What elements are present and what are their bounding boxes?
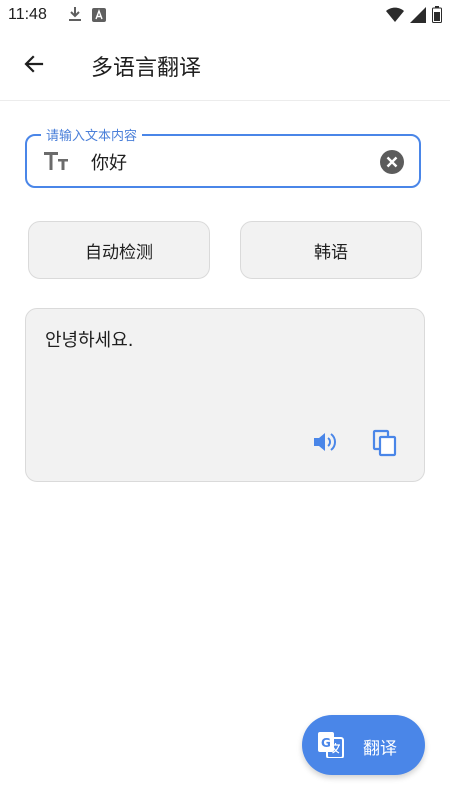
text-size-icon (43, 150, 69, 174)
back-button[interactable] (18, 50, 50, 82)
text-input-container[interactable]: 请输入文本内容 (25, 125, 421, 188)
svg-text:G: G (321, 736, 331, 750)
text-input-label: 请输入文本内容 (41, 125, 143, 144)
wifi-icon (386, 7, 404, 27)
volume-icon (312, 433, 338, 459)
status-icons-left (68, 6, 106, 26)
clear-icon (379, 150, 405, 179)
clear-button[interactable] (379, 149, 405, 175)
download-icon (68, 6, 82, 26)
a-badge-icon (92, 7, 106, 26)
arrow-back-icon (22, 52, 46, 80)
battery-icon (432, 6, 442, 27)
translate-icon: G (318, 732, 344, 759)
translate-button-label: 翻译 (363, 739, 397, 759)
translate-button[interactable]: G 翻译 (302, 715, 425, 775)
translation-output-card: 안녕하세요. (25, 308, 425, 482)
copy-icon (372, 429, 398, 461)
source-language-button[interactable]: 自动检测 (28, 221, 210, 279)
speak-button[interactable] (312, 429, 338, 455)
page-title: 多语言翻译 (91, 56, 202, 81)
signal-icon (410, 6, 426, 27)
status-icons-right (386, 6, 442, 27)
status-bar: 11:48 (0, 0, 450, 32)
app-bar: 多语言翻译 (0, 32, 450, 101)
target-language-button[interactable]: 韩语 (240, 221, 422, 279)
translation-output-text: 안녕하세요. (45, 330, 134, 351)
status-time: 11:48 (8, 6, 47, 23)
copy-button[interactable] (372, 429, 398, 457)
text-input[interactable] (89, 144, 373, 180)
